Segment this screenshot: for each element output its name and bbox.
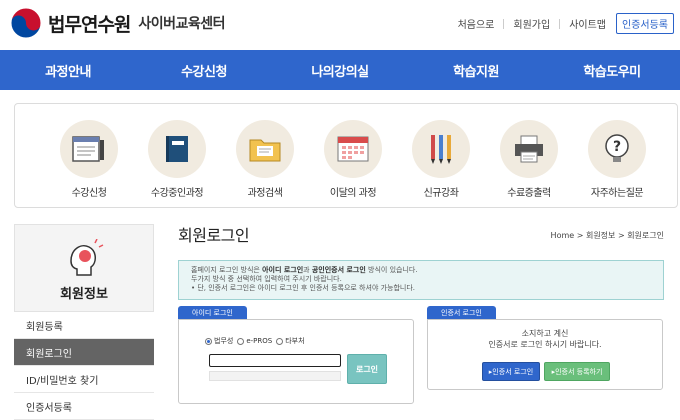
sidebar-item-member-register[interactable]: 회원등록 [14,312,154,339]
id-login-tab: 아이디 로그인 [178,306,247,319]
sidebar-item-member-login[interactable]: 회원로그인 [14,339,154,366]
cert-login-box: 인증서 로그인 소지하고 계신 인증서로 로그인 하시기 바랍니다. ▸인증서 … [427,306,663,390]
main-content: 회원로그인 Home > 회원정보 > 회원로그인 홈페이지 로그인 방식은 아… [178,218,680,420]
notice-line-3: • 단, 인증서 로그인은 아이디 로그인 후 인증서 등록으로 하셔야 가능합… [191,284,416,292]
cert-msg-line-1: 소지하고 계신 [521,329,569,338]
util-sitemap-link[interactable]: 사이트맵 [569,16,606,31]
quick-new-course[interactable]: 신규강좌 [397,104,485,207]
radio-other-ministry[interactable] [276,337,284,345]
radio-label: 법무성 [214,337,234,345]
pencils-icon [412,120,470,178]
util-divider [503,18,505,29]
cert-msg-line-2: 인증서로 로그인 하시기 바랍니다. [488,340,602,349]
nav-course-info[interactable]: 과정안내 [0,50,136,90]
notice-line-2: 두가지 방식 중 선택하여 입력하여 주시기 바랍니다. [191,275,342,283]
quick-label: 자주하는질문 [590,188,644,199]
logo-sub-text: 사이버교육센터 [138,16,226,32]
password-input[interactable] [209,371,341,381]
breadcrumb: Home > 회원정보 > 회원로그인 [550,231,664,240]
quick-label: 신규강좌 [423,188,459,199]
quick-certificate-print[interactable]: 수료증출력 [485,104,573,207]
quick-label: 과정검색 [247,188,283,199]
utility-links: 처음으로 회원가입 사이트맵 인증서등록 [458,13,674,34]
sidebar-item-cert-register[interactable]: 인증서등록 [14,393,154,420]
radio-moj[interactable] [205,337,212,345]
nav-learning-support[interactable]: 학습지원 [408,50,544,90]
question-bulb-icon: ? [588,120,646,178]
cert-login-message: 소지하고 계신 인증서로 로그인 하시기 바랍니다. [428,328,662,350]
quick-label: 수강중인과정 [150,188,204,199]
util-divider [559,18,561,29]
login-button[interactable]: 로그인 [347,354,387,384]
id-login-body: 법무성 e-PROS 타부처 로그인 [178,319,414,404]
application-form-icon [60,120,118,178]
quick-label: 이달의 과정 [329,188,377,199]
cert-register-link-button[interactable]: ▸인증서 등록하기 [544,362,610,381]
logo-main-text: 법무연수원 [48,13,131,36]
calendar-icon [324,120,382,178]
notice-line-1: 홈페이지 로그인 방식은 아이디 로그인과 공인인증서 로그인 방식이 있습니다… [191,266,418,274]
util-join-link[interactable]: 회원가입 [513,16,550,31]
page-title: 회원로그인 [178,226,250,245]
printer-icon [500,120,558,178]
cert-login-tab: 인증서 로그인 [427,306,496,319]
sidebar: 회원정보 회원등록 회원로그인 ID/비밀번호 찾기 인증서등록 [14,224,154,420]
quick-monthly-course[interactable]: 이달의 과정 [309,104,397,207]
userid-input[interactable] [209,354,341,367]
cert-login-button[interactable]: ▸인증서 로그인 [482,362,540,381]
radio-label: e-PROS [246,337,273,345]
site-header: 법무연수원 사이버교육센터 처음으로 회원가입 사이트맵 인증서등록 [0,0,680,50]
svg-text:?: ? [613,139,621,155]
org-radio-group: 법무성 e-PROS 타부처 [205,336,309,346]
folder-search-icon [236,120,294,178]
cert-login-body: 소지하고 계신 인증서로 로그인 하시기 바랍니다. ▸인증서 로그인 ▸인증서… [427,319,663,390]
nav-enrollment[interactable]: 수강신청 [136,50,272,90]
quick-label: 수강신청 [71,188,107,199]
main-nav: 과정안내 수강신청 나의강의실 학습지원 학습도우미 [0,50,680,90]
id-login-box: 아이디 로그인 법무성 e-PROS 타부처 로그인 [178,306,414,404]
quick-label: 수료증출력 [507,188,551,199]
quick-faq[interactable]: ? 자주하는질문 [573,104,661,207]
quick-enrollment[interactable]: 수강신청 [45,104,133,207]
nav-learning-helper[interactable]: 학습도우미 [544,50,680,90]
quick-course-search[interactable]: 과정검색 [221,104,309,207]
util-home-link[interactable]: 처음으로 [458,16,495,31]
radio-label: 타부처 [285,337,305,345]
sidebar-title: 회원정보 [60,287,108,302]
quick-menu: 수강신청 수강중인과정 과정검색 이달의 과정 신규강좌 수료증출력 ? 자주하… [14,103,678,208]
login-notice: 홈페이지 로그인 방식은 아이디 로그인과 공인인증서 로그인 방식이 있습니다… [178,260,664,300]
sidebar-item-find-id-password[interactable]: ID/비밀번호 찾기 [14,366,154,393]
member-head-icon [70,239,104,276]
radio-epros[interactable] [237,337,245,345]
book-icon [148,120,206,178]
cert-register-button[interactable]: 인증서등록 [616,13,674,34]
site-logo[interactable]: 법무연수원 사이버교육센터 [10,7,226,39]
taegeuk-logo-icon [10,7,42,39]
sidebar-header: 회원정보 [14,224,154,312]
nav-my-classroom[interactable]: 나의강의실 [272,50,408,90]
quick-in-progress[interactable]: 수강중인과정 [133,104,221,207]
